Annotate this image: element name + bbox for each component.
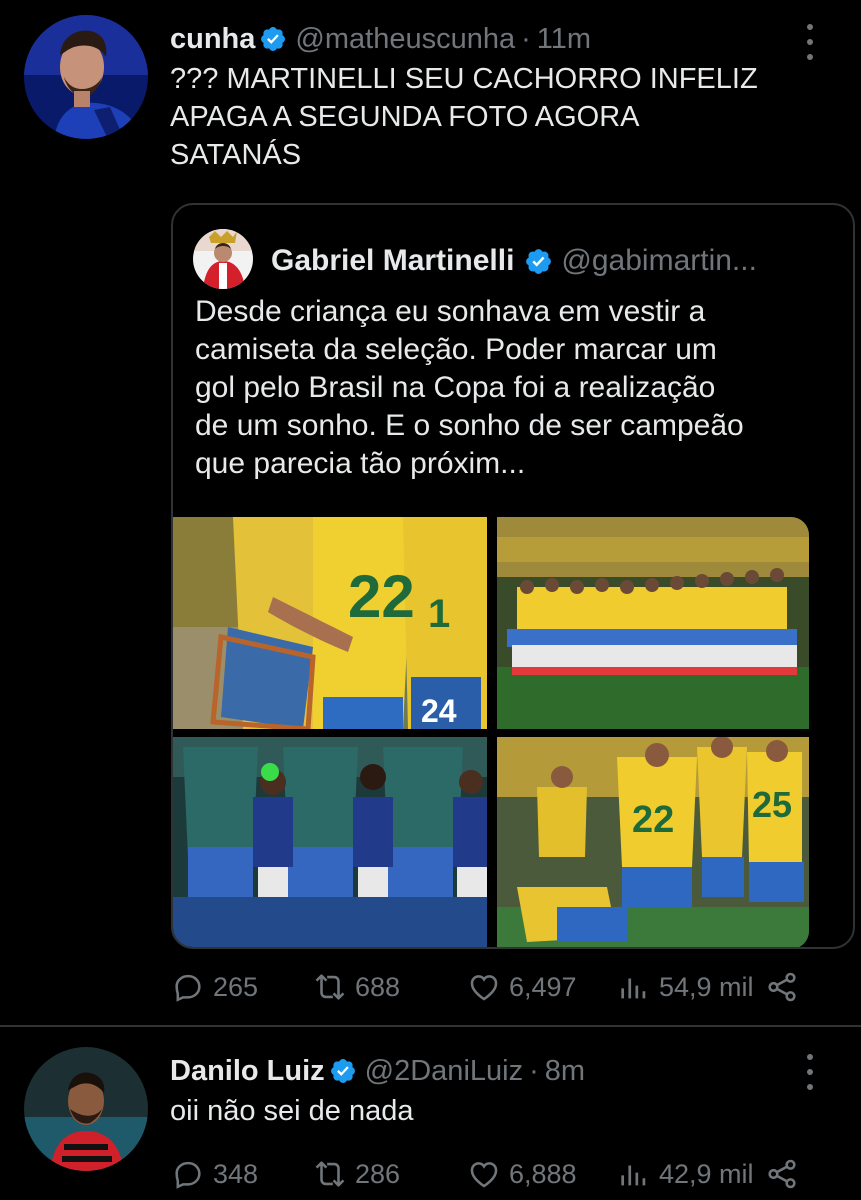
like-count: 6,497 (509, 972, 577, 1002)
svg-text:22: 22 (348, 563, 415, 630)
verified-icon (524, 247, 553, 276)
reply-count: 348 (213, 1159, 259, 1189)
svg-text:22: 22 (632, 799, 674, 841)
photo-team-lineup[interactable] (497, 517, 809, 729)
media-grid: 22 1 24 22 25 (173, 517, 853, 947)
reply-icon (171, 1157, 205, 1191)
photo-celebration[interactable]: 22 1 24 (173, 517, 487, 729)
verified-icon (259, 25, 287, 53)
tweet-text: oii não sei de nada (170, 1095, 414, 1127)
author-handle[interactable]: @matheuscunha (295, 22, 515, 56)
like-button[interactable]: 6,497 (467, 970, 577, 1004)
avatar[interactable] (24, 15, 148, 139)
quote-text: Desde criança eu sonhava em vestir a cam… (195, 295, 744, 480)
author-handle[interactable]: @2DaniLuiz (365, 1054, 523, 1088)
tweet-actions: 265 688 6,497 54,9 mil (171, 967, 811, 1007)
avatar[interactable] (24, 1047, 148, 1171)
tweet-matheuscunha[interactable]: cunha @matheuscunha · 11m ??? MARTINELLI… (0, 0, 861, 1025)
svg-text:25: 25 (752, 784, 792, 825)
views-icon (617, 970, 651, 1004)
retweet-button[interactable]: 688 (313, 970, 400, 1004)
retweet-icon (313, 970, 347, 1004)
share-button[interactable] (765, 1157, 807, 1191)
svg-text:24: 24 (421, 693, 457, 729)
retweet-button[interactable]: 286 (313, 1157, 400, 1191)
reply-icon (171, 970, 205, 1004)
share-icon (765, 1157, 799, 1191)
tweet-text: ??? MARTINELLI SEU CACHORRO INFELIZ APAG… (170, 63, 758, 171)
tweet-2daniluiz[interactable]: Danilo Luiz @2DaniLuiz · 8m oii não sei … (0, 1027, 861, 1200)
retweet-count: 688 (355, 972, 401, 1002)
reply-button[interactable]: 265 (171, 970, 258, 1004)
reply-count: 265 (213, 972, 259, 1002)
views-button[interactable]: 42,9 mil (617, 1157, 754, 1191)
share-icon (765, 970, 799, 1004)
quote-header: Gabriel Martinelli @gabimartin... (271, 243, 757, 279)
views-button[interactable]: 54,9 mil (617, 970, 754, 1004)
author-name[interactable]: Danilo Luiz (170, 1054, 325, 1088)
retweet-count: 286 (355, 1159, 401, 1189)
like-button[interactable]: 6,888 (467, 1157, 577, 1191)
views-icon (617, 1157, 651, 1191)
photo-players-consoling[interactable]: 22 25 (497, 737, 809, 947)
retweet-icon (313, 1157, 347, 1191)
more-icon[interactable] (804, 24, 816, 60)
like-icon (467, 970, 501, 1004)
author-name[interactable]: cunha (170, 22, 255, 56)
timestamp[interactable]: 8m (545, 1054, 585, 1088)
quote-avatar[interactable] (193, 229, 253, 289)
tweet-header: Danilo Luiz @2DaniLuiz · 8m (170, 1054, 585, 1088)
quote-author-name[interactable]: Gabriel Martinelli (271, 243, 514, 279)
separator-dot: · (529, 1055, 539, 1087)
svg-text:1: 1 (428, 592, 450, 636)
tweet-actions: 348 286 6,888 42,9 mil (171, 1154, 811, 1194)
verified-icon (329, 1057, 357, 1085)
view-count: 54,9 mil (659, 972, 754, 1002)
tweet-header: cunha @matheuscunha · 11m (170, 22, 591, 56)
view-count: 42,9 mil (659, 1159, 754, 1189)
quoted-tweet[interactable]: Gabriel Martinelli @gabimartin... Desde … (171, 203, 855, 949)
like-count: 6,888 (509, 1159, 577, 1189)
like-icon (467, 1157, 501, 1191)
separator-dot: · (521, 23, 531, 55)
photo-players-with-kids[interactable] (173, 737, 487, 947)
share-button[interactable] (765, 970, 807, 1004)
more-icon[interactable] (804, 1054, 816, 1090)
timestamp[interactable]: 11m (537, 22, 591, 56)
reply-button[interactable]: 348 (171, 1157, 258, 1191)
quote-author-handle[interactable]: @gabimartin... (561, 243, 757, 279)
